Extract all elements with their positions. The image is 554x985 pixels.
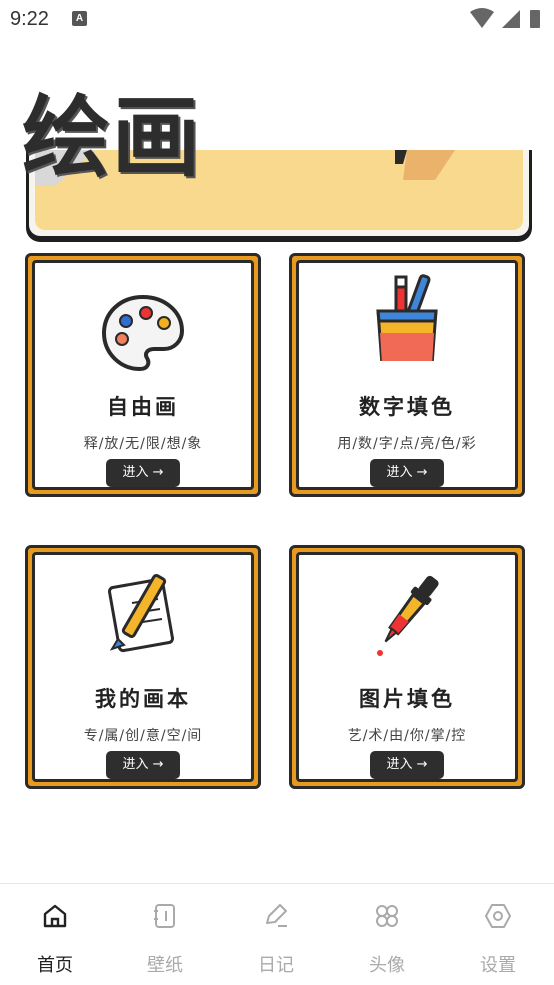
card-inner: 数字填色 用/数/字/点/亮/色/彩 进入 →: [296, 260, 518, 490]
card-inner: 自由画 释/放/无/限/想/象 进入 →: [32, 260, 254, 490]
card-title: 数字填色: [359, 394, 455, 419]
enter-button[interactable]: 进入 →: [106, 459, 180, 487]
enter-button[interactable]: 进入 →: [370, 459, 444, 487]
banner: 绘画: [0, 40, 554, 239]
home-icon: [43, 904, 67, 928]
tab-label: 头像: [369, 955, 405, 976]
tab-label: 首页: [37, 955, 73, 976]
status-icons: [470, 8, 540, 28]
card-title: 图片填色: [359, 686, 455, 711]
enter-button[interactable]: 进入 →: [370, 751, 444, 779]
battery-icon: [530, 10, 540, 28]
tab-diary[interactable]: 日记: [221, 884, 331, 985]
grid-icon: [376, 905, 398, 927]
card-inner: 我的画本 专/属/创/意/空/间 进入 →: [32, 552, 254, 782]
status-bar: 9:22 A: [0, 0, 554, 40]
tab-label: 日记: [258, 955, 294, 976]
card-inner: 图片填色 艺/术/由/你/掌/控 进入 →: [296, 552, 518, 782]
card-number-fill[interactable]: 数字填色 用/数/字/点/亮/色/彩 进入 →: [289, 253, 525, 497]
bottom-tab-bar: 首页 壁纸 日记 头像 设置: [0, 883, 554, 985]
tab-home[interactable]: 首页: [0, 884, 110, 985]
paint-bucket-icon: [376, 274, 438, 361]
card-title: 自由画: [107, 394, 179, 419]
signal-icon: [502, 10, 520, 28]
tab-label: 设置: [480, 955, 516, 976]
dropper-icon: [377, 575, 439, 656]
status-time: 9:22: [10, 8, 49, 30]
notification-icon: A: [72, 11, 87, 26]
card-subtitle: 释/放/无/限/想/象: [83, 436, 203, 452]
card-image-fill[interactable]: 图片填色 艺/术/由/你/掌/控 进入 →: [289, 545, 525, 789]
card-title: 我的画本: [95, 686, 191, 711]
wifi-icon: [470, 8, 494, 28]
card-my-sketchbook[interactable]: 我的画本 专/属/创/意/空/间 进入 →: [25, 545, 261, 789]
tab-wallpaper[interactable]: 壁纸: [110, 884, 220, 985]
tab-label: 壁纸: [147, 955, 183, 976]
tab-settings[interactable]: 设置: [443, 884, 553, 985]
palette-icon: [101, 294, 185, 372]
notebook-pencil-icon: [107, 574, 175, 653]
wallpaper-icon: [154, 904, 175, 928]
card-free-draw[interactable]: 自由画 释/放/无/限/想/象 进入 →: [25, 253, 261, 497]
card-subtitle: 用/数/字/点/亮/色/彩: [337, 436, 477, 452]
page-title: 绘画: [22, 86, 203, 189]
enter-button[interactable]: 进入 →: [106, 751, 180, 779]
settings-icon: [485, 904, 511, 928]
tab-avatar[interactable]: 头像: [332, 884, 442, 985]
card-subtitle: 艺/术/由/你/掌/控: [347, 728, 467, 744]
card-subtitle: 专/属/创/意/空/间: [83, 728, 203, 744]
edit-icon: [266, 904, 287, 927]
